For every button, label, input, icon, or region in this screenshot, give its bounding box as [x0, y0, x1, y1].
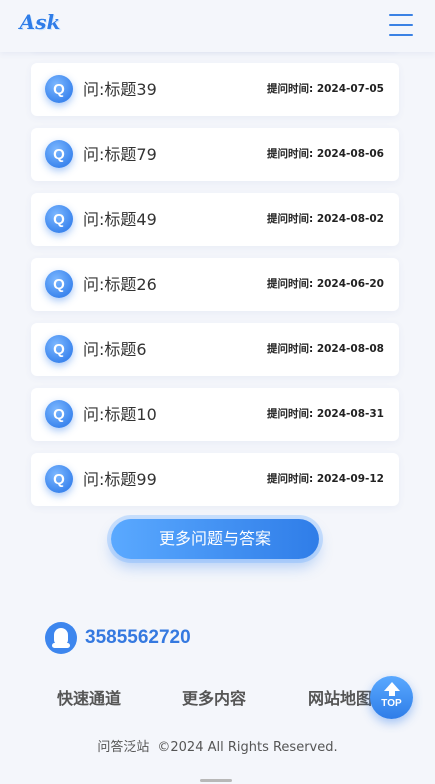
- home-indicator: [200, 779, 232, 782]
- footer-link-quick-access[interactable]: 快速通道: [57, 686, 121, 712]
- question-icon: Q: [45, 400, 73, 428]
- contact-qq: 3585562720: [45, 622, 191, 654]
- question-icon: Q: [45, 270, 73, 298]
- back-to-top-button[interactable]: TOP: [370, 676, 413, 719]
- question-icon: Q: [45, 75, 73, 103]
- question-item[interactable]: Q 问:标题49 提问时间: 2024-08-02: [31, 193, 399, 246]
- question-item[interactable]: Q 问:标题79 提问时间: 2024-08-06: [31, 128, 399, 181]
- question-item[interactable]: Q 问:标题39 提问时间: 2024-07-05: [31, 63, 399, 116]
- question-time: 提问时间: 2024-07-05: [266, 83, 384, 95]
- question-time: 提问时间: 2024-08-31: [266, 408, 384, 420]
- back-to-top-label: TOP: [381, 698, 402, 709]
- question-icon: Q: [45, 205, 73, 233]
- header: Ask: [0, 0, 435, 52]
- question-item[interactable]: Q 问:标题26 提问时间: 2024-06-20: [31, 258, 399, 311]
- question-title[interactable]: 问:标题10: [83, 388, 157, 441]
- question-item[interactable]: Q 问:标题10 提问时间: 2024-08-31: [31, 388, 399, 441]
- question-title[interactable]: 问:标题49: [83, 193, 157, 246]
- question-time: 提问时间: 2024-09-12: [266, 473, 384, 485]
- question-title[interactable]: 问:标题79: [83, 128, 157, 181]
- site-name: 问答泛站: [97, 740, 150, 755]
- question-title[interactable]: 问:标题6: [83, 323, 147, 376]
- question-list: Q 问:标题39 提问时间: 2024-07-05 Q 问:标题79 提问时间:…: [31, 63, 399, 518]
- question-title[interactable]: 问:标题39: [83, 63, 157, 116]
- logo[interactable]: Ask: [18, 8, 62, 40]
- footer-link-more-content[interactable]: 更多内容: [182, 686, 246, 712]
- logo-text: Ask: [19, 10, 61, 34]
- question-title[interactable]: 问:标题99: [83, 453, 157, 506]
- footer-link-sitemap[interactable]: 网站地图: [308, 686, 372, 712]
- question-time: 提问时间: 2024-08-06: [266, 148, 384, 160]
- question-icon: Q: [45, 140, 73, 168]
- menu-icon[interactable]: [389, 14, 413, 36]
- qq-icon: [45, 622, 77, 654]
- question-icon: Q: [45, 335, 73, 363]
- question-time: 提问时间: 2024-08-02: [266, 213, 384, 225]
- question-time: 提问时间: 2024-06-20: [266, 278, 384, 290]
- question-icon: Q: [45, 465, 73, 493]
- question-item[interactable]: Q 问:标题99 提问时间: 2024-09-12: [31, 453, 399, 506]
- question-title[interactable]: 问:标题26: [83, 258, 157, 311]
- question-item[interactable]: Q 问:标题6 提问时间: 2024-08-08: [31, 323, 399, 376]
- qq-number[interactable]: 3585562720: [85, 627, 191, 649]
- copyright: 问答泛站 ©2024 All Rights Reserved.: [0, 738, 435, 758]
- question-time: 提问时间: 2024-08-08: [266, 343, 384, 355]
- copyright-text: ©2024 All Rights Reserved.: [157, 740, 338, 755]
- more-questions-button[interactable]: 更多问题与答案: [111, 519, 319, 559]
